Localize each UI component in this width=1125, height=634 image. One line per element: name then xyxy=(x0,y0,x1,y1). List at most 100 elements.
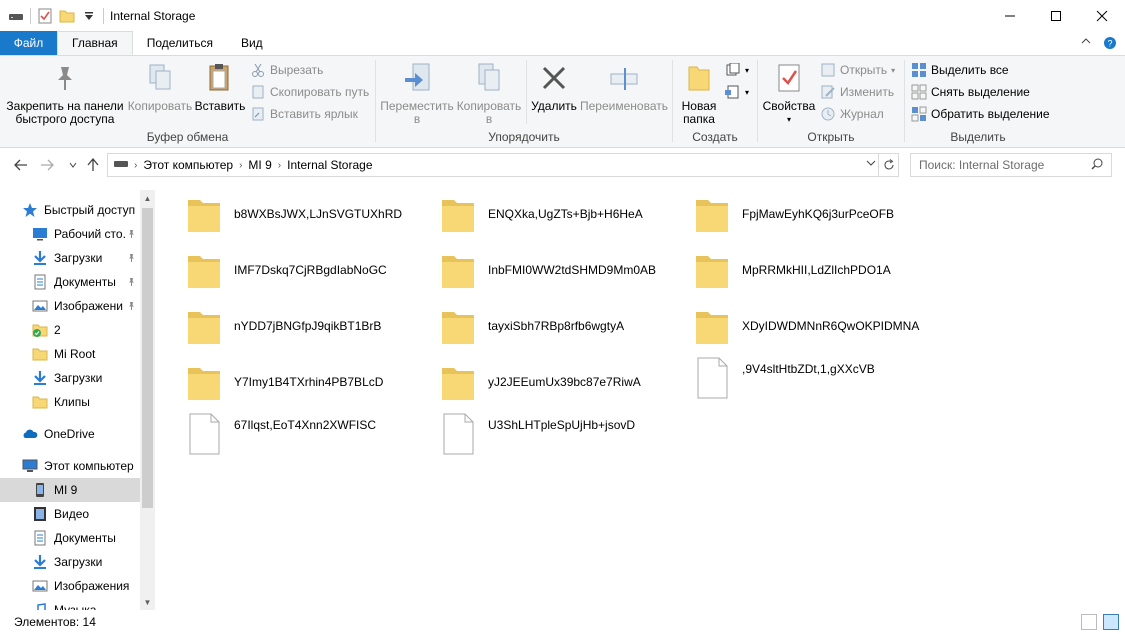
folder-item[interactable]: FpjMawEyhKQ6j3urPceOFB xyxy=(694,188,944,240)
file-item[interactable]: 67Ilqst,EoT4Xnn2XWFISC xyxy=(186,412,436,464)
nav-item-label: Быстрый доступ xyxy=(44,203,136,217)
select-none-button[interactable]: Снять выделение xyxy=(911,82,1030,102)
maximize-button[interactable] xyxy=(1033,0,1079,32)
folder-item[interactable]: IMF7Dskq7CjRBgdIabNoGC xyxy=(186,244,436,296)
history-button[interactable]: Журнал xyxy=(820,104,884,124)
nav-item[interactable]: Видео xyxy=(0,502,140,526)
nav-item-label: Рабочий сто. xyxy=(54,227,126,241)
collapse-ribbon-icon[interactable] xyxy=(1081,36,1091,53)
refresh-icon[interactable] xyxy=(878,154,898,176)
scroll-up-icon[interactable]: ▲ xyxy=(140,190,155,206)
details-view-icon[interactable] xyxy=(1081,614,1097,630)
breadcrumb-internal-storage[interactable]: Internal Storage xyxy=(287,158,372,172)
breadcrumb-separator[interactable]: › xyxy=(239,160,242,171)
nav-item[interactable]: Этот компьютер xyxy=(0,454,140,478)
tab-file[interactable]: Файл xyxy=(0,31,57,55)
nav-item[interactable]: Mi Root xyxy=(0,342,140,366)
up-button[interactable] xyxy=(82,154,104,176)
close-button[interactable] xyxy=(1079,0,1125,32)
nav-item[interactable]: Загрузки xyxy=(0,246,140,270)
file-item[interactable]: U3ShLHTpleSpUjHb+jsovD xyxy=(440,412,690,464)
folder-item[interactable]: InbFMI0WW2tdSHMD9Mm0AB xyxy=(440,244,690,296)
open-button[interactable]: Открыть ▾ xyxy=(820,60,895,80)
new-item-button[interactable]: ▾ xyxy=(725,60,749,80)
copy-path-button[interactable]: Скопировать путь xyxy=(250,82,369,102)
cut-button[interactable]: Вырезать xyxy=(250,60,323,80)
nav-item[interactable]: Клипы xyxy=(0,390,140,414)
nav-scrollbar[interactable]: ▲ ▼ xyxy=(140,190,155,610)
recent-locations-button[interactable] xyxy=(62,154,84,176)
search-input[interactable]: Поиск: Internal Storage xyxy=(919,158,1044,172)
breadcrumb-this-pc[interactable]: Этот компьютер xyxy=(143,158,233,172)
edit-button[interactable]: Изменить xyxy=(820,82,894,102)
folder-item[interactable]: MpRRMkHII,LdZlIchPDO1A xyxy=(694,244,944,296)
large-icons-view-icon[interactable] xyxy=(1103,614,1119,630)
nav-item[interactable]: Документы xyxy=(0,526,140,550)
search-icon[interactable] xyxy=(1091,158,1103,173)
new-folder-qat-icon[interactable] xyxy=(59,8,75,24)
nav-item[interactable]: OneDrive xyxy=(0,422,140,446)
nav-item[interactable]: Изображени xyxy=(0,294,140,318)
nav-item[interactable]: Изображения xyxy=(0,574,140,598)
star-icon xyxy=(22,202,38,218)
tab-home[interactable]: Главная xyxy=(57,31,133,55)
folder-item[interactable]: nYDD7jBNGfpJ9qikBT1BrB xyxy=(186,300,436,352)
folder-icon xyxy=(694,192,730,236)
paste-button[interactable]: Вставить xyxy=(194,60,246,113)
nav-item[interactable]: Рабочий сто. xyxy=(0,222,140,246)
breadcrumb-separator[interactable]: › xyxy=(134,160,137,171)
folder-item[interactable]: tayxiSbh7RBp8rfb6wgtyA xyxy=(440,300,690,352)
select-all-button[interactable]: Выделить все xyxy=(911,60,1009,80)
nav-item[interactable]: Загрузки xyxy=(0,550,140,574)
new-folder-label-2: папка xyxy=(683,112,715,126)
folder-item[interactable]: Y7Imy1B4TXrhin4PB7BLcD xyxy=(186,356,436,408)
pin-quick-access-button[interactable]: Закрепить на панели быстрого доступа xyxy=(6,60,124,126)
nav-item[interactable]: Музыка xyxy=(0,598,140,610)
desktop-icon xyxy=(32,226,48,242)
folder-item[interactable]: XDyIDWDMNnR6QwOKPIDMNA xyxy=(694,300,944,352)
help-icon[interactable]: ? xyxy=(1103,36,1117,53)
back-button[interactable] xyxy=(10,154,32,176)
folder-icon xyxy=(440,248,476,292)
move-to-button[interactable]: Переместить в xyxy=(380,60,454,126)
music-icon xyxy=(32,602,48,610)
dropdown-arrow-icon: ▾ xyxy=(745,87,750,97)
breadcrumb-separator[interactable]: › xyxy=(278,160,281,171)
copy-to-button[interactable]: Копировать в xyxy=(454,60,524,126)
chevron-down-icon[interactable] xyxy=(866,158,876,169)
file-item[interactable]: ,9V4sltHtbZDt,1,gXXcVB xyxy=(694,356,944,408)
copy-button[interactable]: Копировать xyxy=(126,60,194,113)
properties-button[interactable]: Свойства ▾ xyxy=(762,60,816,126)
properties-label: Свойства xyxy=(762,99,816,113)
delete-button[interactable]: Удалить xyxy=(530,60,578,113)
folder-item[interactable]: yJ2JEEumUx39bc87e7RiwA xyxy=(440,356,690,408)
new-folder-button[interactable]: Новая папка xyxy=(677,60,721,126)
search-box[interactable]: Поиск: Internal Storage xyxy=(910,153,1112,177)
breadcrumb-mi9[interactable]: MI 9 xyxy=(248,158,271,172)
easy-access-button[interactable]: ▾ xyxy=(725,82,749,102)
folder-icon xyxy=(440,192,476,236)
qat-separator xyxy=(103,8,104,24)
tab-view[interactable]: Вид xyxy=(227,31,277,55)
select-none-label: Снять выделение xyxy=(931,85,1030,99)
nav-item[interactable]: 2 xyxy=(0,318,140,342)
invert-selection-button[interactable]: Обратить выделение xyxy=(911,104,1050,124)
qat-customize-icon[interactable] xyxy=(81,8,97,24)
nav-item[interactable]: MI 9 xyxy=(0,478,140,502)
minimize-button[interactable] xyxy=(987,0,1033,32)
item-name: tayxiSbh7RBp8rfb6wgtyA xyxy=(488,319,625,333)
folder-item[interactable]: ENQXka,UgZTs+Bjb+H6HeA xyxy=(440,188,690,240)
scroll-down-icon[interactable]: ▼ xyxy=(140,594,155,610)
scroll-thumb[interactable] xyxy=(142,208,153,508)
nav-item[interactable]: Документы xyxy=(0,270,140,294)
tab-share[interactable]: Поделиться xyxy=(133,31,227,55)
paste-shortcut-button[interactable]: Вставить ярлык xyxy=(250,104,358,124)
nav-item[interactable]: Загрузки xyxy=(0,366,140,390)
rename-button[interactable]: Переименовать xyxy=(578,60,670,113)
address-bar[interactable]: › Этот компьютер › MI 9 › Internal Stora… xyxy=(107,153,899,177)
properties-qat-icon[interactable] xyxy=(37,8,53,24)
nav-item-label: Загрузки xyxy=(54,555,103,569)
forward-button[interactable] xyxy=(36,154,58,176)
folder-item[interactable]: b8WXBsJWX,LJnSVGTUXhRD xyxy=(186,188,436,240)
nav-item[interactable]: Быстрый доступ xyxy=(0,198,140,222)
